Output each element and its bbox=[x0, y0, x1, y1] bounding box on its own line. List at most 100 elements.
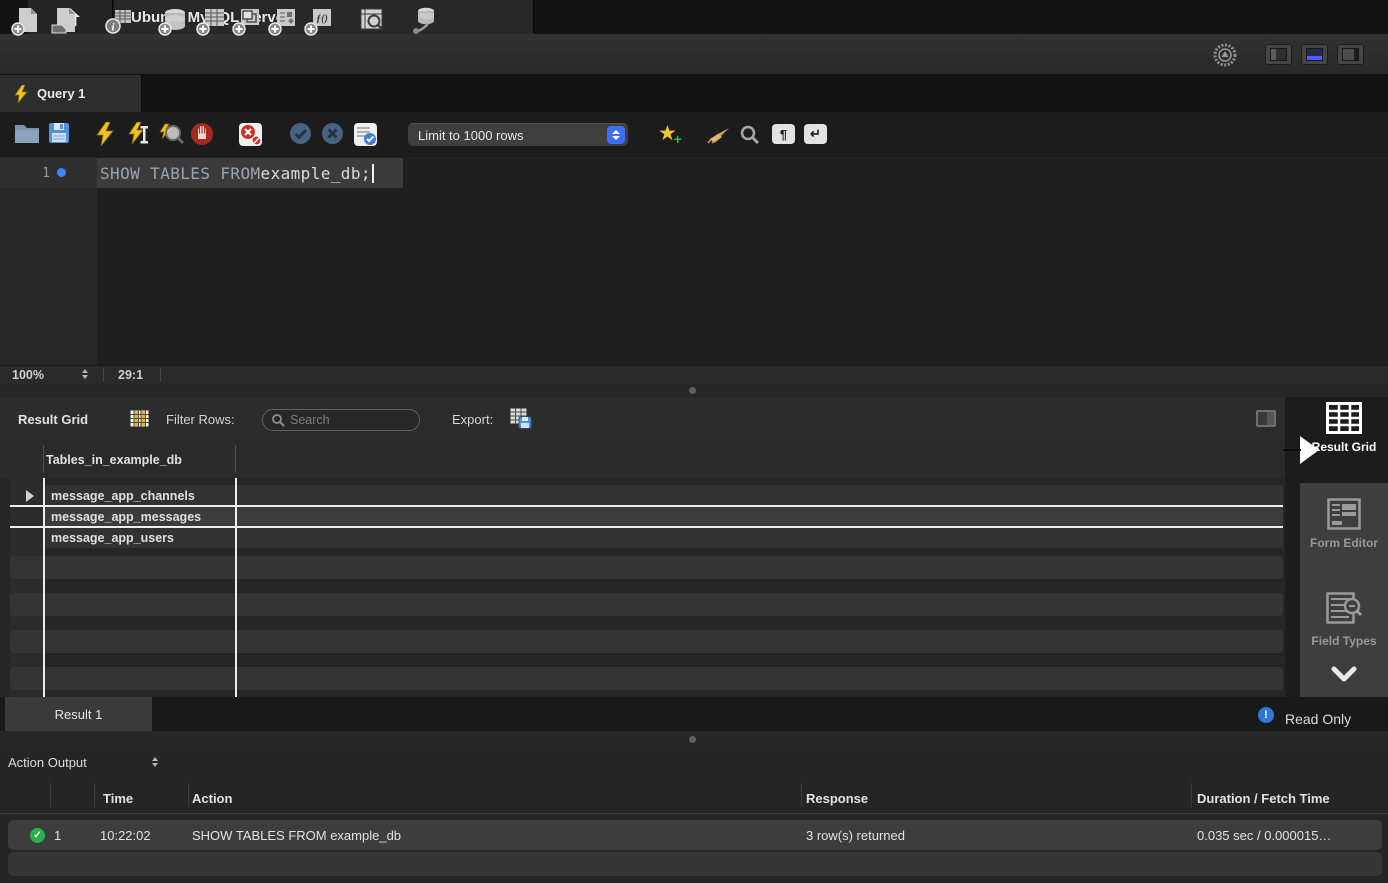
save-script-icon[interactable] bbox=[48, 122, 70, 144]
result-tab-label: Result 1 bbox=[55, 707, 103, 722]
inspector-icon[interactable]: i bbox=[103, 5, 135, 36]
sql-identifier: example_db; bbox=[261, 164, 371, 183]
editor-result-splitter[interactable] bbox=[0, 385, 1388, 397]
col-header-time[interactable]: Time bbox=[103, 791, 133, 806]
editor-zoom-level: 100% bbox=[12, 368, 44, 382]
dropdown-stepper-icon bbox=[607, 126, 625, 144]
empty-row-stripe bbox=[10, 556, 1283, 579]
export-label: Export: bbox=[452, 412, 493, 427]
row-response: 3 row(s) returned bbox=[806, 828, 905, 843]
action-output-title: Action Output bbox=[8, 755, 87, 770]
create-procedure-icon[interactable] bbox=[267, 5, 299, 36]
bottom-panel-glyph bbox=[1306, 48, 1323, 61]
create-view-icon[interactable] bbox=[231, 5, 263, 36]
svg-text:ƒ(): ƒ() bbox=[316, 14, 328, 25]
create-schema-icon[interactable] bbox=[158, 5, 190, 36]
workbench-badge-icon[interactable] bbox=[1212, 42, 1238, 68]
side-panel-label-field-types[interactable]: Field Types bbox=[1300, 634, 1388, 648]
col-header-action[interactable]: Action bbox=[192, 791, 232, 806]
commit-icon[interactable] bbox=[289, 122, 312, 145]
editor-gutter bbox=[0, 157, 97, 365]
toggle-stop-on-error-icon[interactable] bbox=[238, 122, 263, 147]
toggle-left-sidebar-button[interactable] bbox=[1265, 44, 1292, 65]
execute-current-statement-icon[interactable] bbox=[128, 122, 150, 146]
stop-query-icon[interactable] bbox=[190, 122, 214, 146]
toggle-autocommit-icon[interactable] bbox=[353, 122, 378, 147]
search-icon bbox=[272, 414, 285, 427]
active-panel-pointer-icon bbox=[1300, 436, 1319, 464]
create-table-icon[interactable] bbox=[195, 5, 227, 36]
filter-search-input[interactable] bbox=[262, 409, 420, 431]
grid-line bbox=[43, 478, 45, 697]
form-editor-panel-icon[interactable] bbox=[1327, 498, 1361, 530]
sql-code-line[interactable]: SHOW TABLES FROM example_db; bbox=[100, 158, 374, 188]
query-tab[interactable]: Query 1 bbox=[0, 75, 142, 112]
beautify-script-icon[interactable] bbox=[706, 126, 730, 144]
mysql-workbench-window: Ubuntu MySQL Server i bbox=[0, 0, 1388, 883]
left-panel-glyph bbox=[1270, 48, 1287, 61]
filter-rows-label: Filter Rows: bbox=[166, 412, 235, 427]
create-function-icon[interactable]: ƒ() bbox=[303, 5, 335, 36]
row-duration: 0.035 sec / 0.000015… bbox=[1197, 828, 1331, 843]
star-plus-badge: + bbox=[674, 131, 682, 147]
result-grid-header bbox=[0, 440, 1285, 478]
splitter-handle-icon bbox=[689, 736, 696, 743]
sql-keywords: SHOW TABLES FROM bbox=[100, 164, 261, 183]
row-limit-dropdown[interactable]: Limit to 1000 rows bbox=[408, 123, 628, 146]
find-icon[interactable] bbox=[740, 125, 760, 145]
row-time: 10:22:02 bbox=[100, 828, 151, 843]
open-sql-file-icon[interactable] bbox=[48, 5, 80, 36]
result-output-splitter[interactable] bbox=[0, 731, 1388, 748]
caret-position: 29:1 bbox=[118, 368, 143, 382]
line-number: 1 bbox=[0, 158, 50, 188]
save-snippet-icon[interactable]: ★ + bbox=[658, 121, 677, 146]
toggle-word-wrap-icon[interactable]: ↵ bbox=[804, 124, 827, 144]
grid-line bbox=[235, 478, 237, 697]
row-value: message_app_channels bbox=[51, 489, 195, 503]
row-action: SHOW TABLES FROM example_db bbox=[192, 828, 401, 843]
result-tab-bar bbox=[0, 697, 1388, 731]
collapse-side-panel-icon[interactable] bbox=[1256, 410, 1276, 427]
grid-line bbox=[10, 505, 1283, 507]
text-cursor bbox=[372, 164, 374, 183]
editor-status-bar bbox=[0, 365, 1388, 385]
table-row[interactable]: message_app_users bbox=[44, 527, 1283, 548]
search-data-icon[interactable] bbox=[355, 5, 387, 36]
result-grid-title: Result Grid bbox=[18, 412, 88, 427]
new-query-tab-icon[interactable] bbox=[10, 5, 42, 36]
side-panel-label-form-editor[interactable]: Form Editor bbox=[1300, 536, 1388, 550]
row-index: 1 bbox=[54, 828, 61, 843]
show-invisibles-icon[interactable]: ¶ bbox=[772, 124, 795, 144]
table-row[interactable]: message_app_channels bbox=[44, 485, 1283, 506]
result-tab[interactable]: Result 1 bbox=[5, 697, 152, 731]
field-types-panel-icon[interactable] bbox=[1326, 592, 1362, 626]
grid-view-icon[interactable] bbox=[130, 410, 149, 427]
editor-tab-bar bbox=[0, 75, 1388, 112]
table-row-selected[interactable]: message_app_messages bbox=[44, 506, 1283, 527]
action-output-selector[interactable] bbox=[152, 757, 158, 767]
right-panel-glyph bbox=[1342, 48, 1359, 61]
rollback-icon[interactable] bbox=[321, 122, 344, 145]
row-value: message_app_users bbox=[51, 531, 174, 545]
read-only-label: Read Only bbox=[1285, 711, 1351, 727]
zoom-stepper[interactable] bbox=[82, 369, 88, 379]
empty-output-stripe bbox=[8, 852, 1382, 876]
col-header-response[interactable]: Response bbox=[806, 791, 868, 806]
open-script-icon[interactable] bbox=[14, 122, 40, 144]
empty-row-stripe bbox=[10, 667, 1283, 690]
empty-row-stripe bbox=[10, 593, 1283, 616]
database-connect-icon[interactable] bbox=[408, 5, 440, 36]
toggle-output-panel-button[interactable] bbox=[1301, 44, 1328, 65]
query-bolt-icon bbox=[14, 85, 28, 103]
explain-query-icon[interactable] bbox=[158, 122, 184, 146]
column-header-tables[interactable]: Tables_in_example_db bbox=[46, 453, 182, 467]
query-tab-label: Query 1 bbox=[37, 86, 85, 101]
toggle-right-sidebar-button[interactable] bbox=[1337, 44, 1364, 65]
sql-editor[interactable] bbox=[0, 157, 1388, 365]
export-recordset-icon[interactable] bbox=[510, 408, 532, 429]
chevron-down-icon[interactable] bbox=[1331, 666, 1357, 684]
result-grid-panel-icon bbox=[1326, 402, 1362, 434]
current-row-marker-icon bbox=[26, 490, 34, 502]
col-header-duration[interactable]: Duration / Fetch Time bbox=[1197, 791, 1330, 806]
execute-query-icon[interactable] bbox=[95, 122, 115, 146]
